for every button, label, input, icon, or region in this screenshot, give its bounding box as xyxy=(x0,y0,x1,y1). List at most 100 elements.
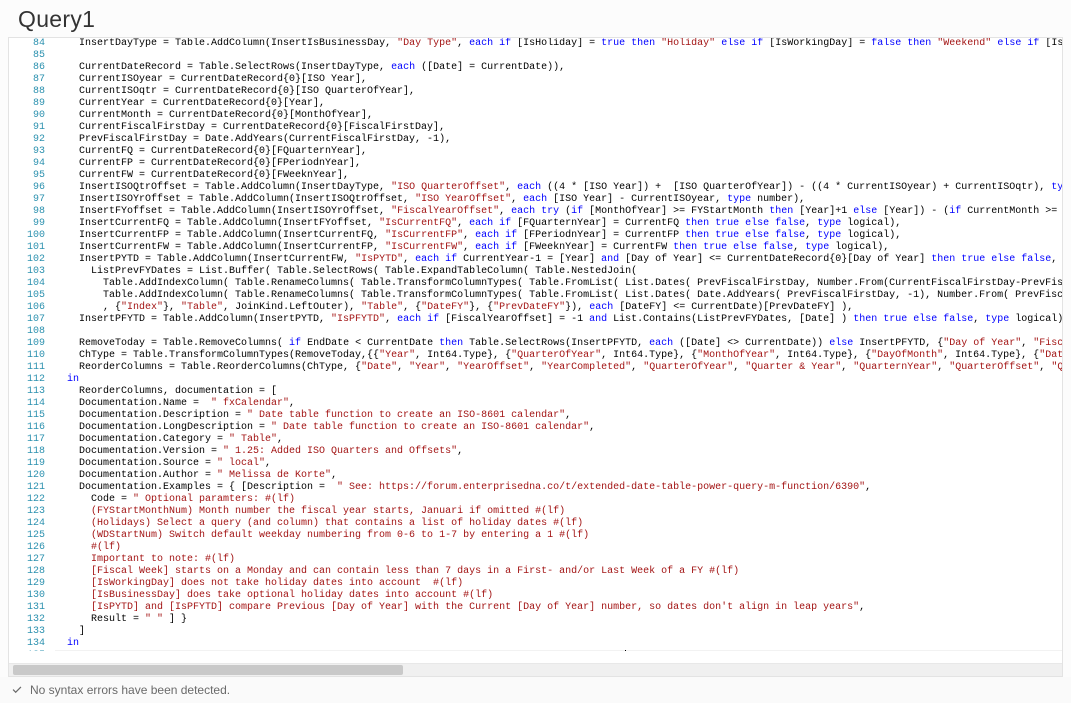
code-content[interactable]: ChType = Table.TransformColumnTypes(Remo… xyxy=(55,350,1062,362)
code-content[interactable]: , {"Index"}, "Table", JoinKind.LeftOuter… xyxy=(55,302,1062,314)
code-content[interactable]: InsertPYTD = Table.AddColumn(InsertCurre… xyxy=(55,254,1062,266)
code-content[interactable]: Value.ReplaceType(fnDateTable, Value.Rep… xyxy=(55,650,1062,651)
code-line[interactable]: 120 Documentation.Author = " Melissa de … xyxy=(9,470,1062,482)
code-content[interactable]: CurrentDateRecord = Table.SelectRows(Ins… xyxy=(55,62,1062,74)
code-line[interactable]: 118 Documentation.Version = " 1.25: Adde… xyxy=(9,446,1062,458)
code-content[interactable]: Documentation.Category = " Table", xyxy=(55,434,1062,446)
code-line[interactable]: 110 ChType = Table.TransformColumnTypes(… xyxy=(9,350,1062,362)
code-line[interactable]: 105 Table.AddIndexColumn( Table.RenameCo… xyxy=(9,290,1062,302)
horizontal-scrollbar-thumb[interactable] xyxy=(13,665,403,675)
code-content[interactable]: RemoveToday = Table.RemoveColumns( if En… xyxy=(55,338,1062,350)
code-line[interactable]: 126 #(lf) xyxy=(9,542,1062,554)
code-content[interactable]: Code = " Optional paramters: #(lf) xyxy=(55,494,1062,506)
code-line[interactable]: 129 [IsWorkingDay] does not take holiday… xyxy=(9,578,1062,590)
code-content[interactable]: [IsBusinessDay] does take optional holid… xyxy=(55,590,1062,602)
code-line[interactable]: 89 CurrentYear = CurrentDateRecord{0}[Ye… xyxy=(9,98,1062,110)
code-content[interactable]: Documentation.Version = " 1.25: Added IS… xyxy=(55,446,1062,458)
code-content[interactable]: Documentation.Name = " fxCalendar", xyxy=(55,398,1062,410)
horizontal-scrollbar[interactable] xyxy=(9,663,1062,676)
code-line[interactable]: 85 xyxy=(9,50,1062,62)
code-content[interactable]: InsertCurrentFP = Table.AddColumn(Insert… xyxy=(55,230,1062,242)
code-content[interactable]: Table.AddIndexColumn( Table.RenameColumn… xyxy=(55,278,1062,290)
code-line[interactable]: 122 Code = " Optional paramters: #(lf) xyxy=(9,494,1062,506)
code-line[interactable]: 108 xyxy=(9,326,1062,338)
code-line[interactable]: 90 CurrentMonth = CurrentDateRecord{0}[M… xyxy=(9,110,1062,122)
code-content[interactable]: in xyxy=(55,374,1062,386)
code-line[interactable]: 119 Documentation.Source = " local", xyxy=(9,458,1062,470)
code-content[interactable]: (Holidays) Select a query (and column) t… xyxy=(55,518,1062,530)
code-line[interactable]: 91 CurrentFiscalFirstDay = CurrentDateRe… xyxy=(9,122,1062,134)
code-line[interactable]: 109 RemoveToday = Table.RemoveColumns( i… xyxy=(9,338,1062,350)
code-content[interactable]: (WDStartNum) Switch default weekday numb… xyxy=(55,530,1062,542)
code-content[interactable]: Documentation.Description = " Date table… xyxy=(55,410,1062,422)
code-line[interactable]: 98 InsertFYoffset = Table.AddColumn(Inse… xyxy=(9,206,1062,218)
code-line[interactable]: 93 CurrentFQ = CurrentDateRecord{0}[FQua… xyxy=(9,146,1062,158)
code-content[interactable]: [IsPYTD] and [IsPFYTD] compare Previous … xyxy=(55,602,1062,614)
code-line[interactable]: 102 InsertPYTD = Table.AddColumn(InsertC… xyxy=(9,254,1062,266)
code-lines[interactable]: 84 InsertDayType = Table.AddColumn(Inser… xyxy=(9,38,1062,651)
code-content[interactable]: [IsWorkingDay] does not take holiday dat… xyxy=(55,578,1062,590)
code-content[interactable] xyxy=(55,50,1062,62)
code-line[interactable]: 112 in xyxy=(9,374,1062,386)
code-line[interactable]: 123 (FYStartMonthNum) Month number the f… xyxy=(9,506,1062,518)
code-content[interactable]: InsertPFYTD = Table.AddColumn(InsertPYTD… xyxy=(55,314,1062,326)
code-content[interactable]: InsertCurrentFW = Table.AddColumn(Insert… xyxy=(55,242,1062,254)
code-line[interactable]: 134 in xyxy=(9,638,1062,650)
code-content[interactable]: ] xyxy=(55,626,1062,638)
code-line[interactable]: 86 CurrentDateRecord = Table.SelectRows(… xyxy=(9,62,1062,74)
code-content[interactable] xyxy=(55,326,1062,338)
code-content[interactable]: Result = " " ] } xyxy=(55,614,1062,626)
code-content[interactable]: CurrentFiscalFirstDay = CurrentDateRecor… xyxy=(55,122,1062,134)
code-line[interactable]: 131 [IsPYTD] and [IsPFYTD] compare Previ… xyxy=(9,602,1062,614)
code-line[interactable]: 132 Result = " " ] } xyxy=(9,614,1062,626)
code-line[interactable]: 117 Documentation.Category = " Table", xyxy=(9,434,1062,446)
code-content[interactable]: Table.AddIndexColumn( Table.RenameColumn… xyxy=(55,290,1062,302)
code-line[interactable]: 99 InsertCurrentFQ = Table.AddColumn(Ins… xyxy=(9,218,1062,230)
code-content[interactable]: ReorderColumns = Table.ReorderColumns(Ch… xyxy=(55,362,1062,374)
code-content[interactable]: InsertDayType = Table.AddColumn(InsertIs… xyxy=(55,38,1062,50)
code-content[interactable]: ReorderColumns, documentation = [ xyxy=(55,386,1062,398)
code-content[interactable]: CurrentMonth = CurrentDateRecord{0}[Mont… xyxy=(55,110,1062,122)
code-content[interactable]: (FYStartMonthNum) Month number the fisca… xyxy=(55,506,1062,518)
code-line[interactable]: 100 InsertCurrentFP = Table.AddColumn(In… xyxy=(9,230,1062,242)
code-line[interactable]: 128 [Fiscal Week] starts on a Monday and… xyxy=(9,566,1062,578)
code-line[interactable]: 97 InsertISOYrOffset = Table.AddColumn(I… xyxy=(9,194,1062,206)
code-content[interactable]: CurrentISOyear = CurrentDateRecord{0}[IS… xyxy=(55,74,1062,86)
code-line[interactable]: 133 ] xyxy=(9,626,1062,638)
code-content[interactable]: [Fiscal Week] starts on a Monday and can… xyxy=(55,566,1062,578)
code-line[interactable]: 104 Table.AddIndexColumn( Table.RenameCo… xyxy=(9,278,1062,290)
code-line[interactable]: 106 , {"Index"}, "Table", JoinKind.LeftO… xyxy=(9,302,1062,314)
code-line[interactable]: 101 InsertCurrentFW = Table.AddColumn(In… xyxy=(9,242,1062,254)
code-line[interactable]: 94 CurrentFP = CurrentDateRecord{0}[FPer… xyxy=(9,158,1062,170)
code-line[interactable]: 84 InsertDayType = Table.AddColumn(Inser… xyxy=(9,38,1062,50)
code-line[interactable]: 92 PrevFiscalFirstDay = Date.AddYears(Cu… xyxy=(9,134,1062,146)
code-line[interactable]: 116 Documentation.LongDescription = " Da… xyxy=(9,422,1062,434)
code-content[interactable]: #(lf) xyxy=(55,542,1062,554)
code-line[interactable]: 130 [IsBusinessDay] does take optional h… xyxy=(9,590,1062,602)
code-content[interactable]: InsertFYoffset = Table.AddColumn(InsertI… xyxy=(55,206,1062,218)
code-content[interactable]: CurrentFP = CurrentDateRecord{0}[FPeriod… xyxy=(55,158,1062,170)
code-line[interactable]: 113 ReorderColumns, documentation = [ xyxy=(9,386,1062,398)
code-content[interactable]: PrevFiscalFirstDay = Date.AddYears(Curre… xyxy=(55,134,1062,146)
code-editor[interactable]: 84 InsertDayType = Table.AddColumn(Inser… xyxy=(9,38,1062,663)
code-content[interactable]: ListPrevFYDates = List.Buffer( Table.Sel… xyxy=(55,266,1062,278)
code-line[interactable]: 121 Documentation.Examples = { [Descript… xyxy=(9,482,1062,494)
code-line[interactable]: 95 CurrentFW = CurrentDateRecord{0}[FWee… xyxy=(9,170,1062,182)
code-content[interactable]: Documentation.Examples = { [Description … xyxy=(55,482,1062,494)
code-line[interactable]: 107 InsertPFYTD = Table.AddColumn(Insert… xyxy=(9,314,1062,326)
code-line[interactable]: 111 ReorderColumns = Table.ReorderColumn… xyxy=(9,362,1062,374)
code-line[interactable]: 114 Documentation.Name = " fxCalendar", xyxy=(9,398,1062,410)
code-line[interactable]: 124 (Holidays) Select a query (and colum… xyxy=(9,518,1062,530)
code-content[interactable]: InsertISOQtrOffset = Table.AddColumn(Ins… xyxy=(55,182,1062,194)
code-content[interactable]: CurrentFW = CurrentDateRecord{0}[FWeeknY… xyxy=(55,170,1062,182)
code-line[interactable]: 135 Value.ReplaceType(fnDateTable, Value… xyxy=(9,650,1062,651)
code-line[interactable]: 127 Important to note: #(lf) xyxy=(9,554,1062,566)
code-content[interactable]: InsertCurrentFQ = Table.AddColumn(Insert… xyxy=(55,218,1062,230)
code-content[interactable]: Documentation.Source = " local", xyxy=(55,458,1062,470)
code-content[interactable]: in xyxy=(55,638,1062,650)
code-content[interactable]: CurrentYear = CurrentDateRecord{0}[Year]… xyxy=(55,98,1062,110)
code-content[interactable]: Important to note: #(lf) xyxy=(55,554,1062,566)
code-line[interactable]: 87 CurrentISOyear = CurrentDateRecord{0}… xyxy=(9,74,1062,86)
code-content[interactable]: CurrentISOqtr = CurrentDateRecord{0}[ISO… xyxy=(55,86,1062,98)
code-content[interactable]: CurrentFQ = CurrentDateRecord{0}[FQuarte… xyxy=(55,146,1062,158)
